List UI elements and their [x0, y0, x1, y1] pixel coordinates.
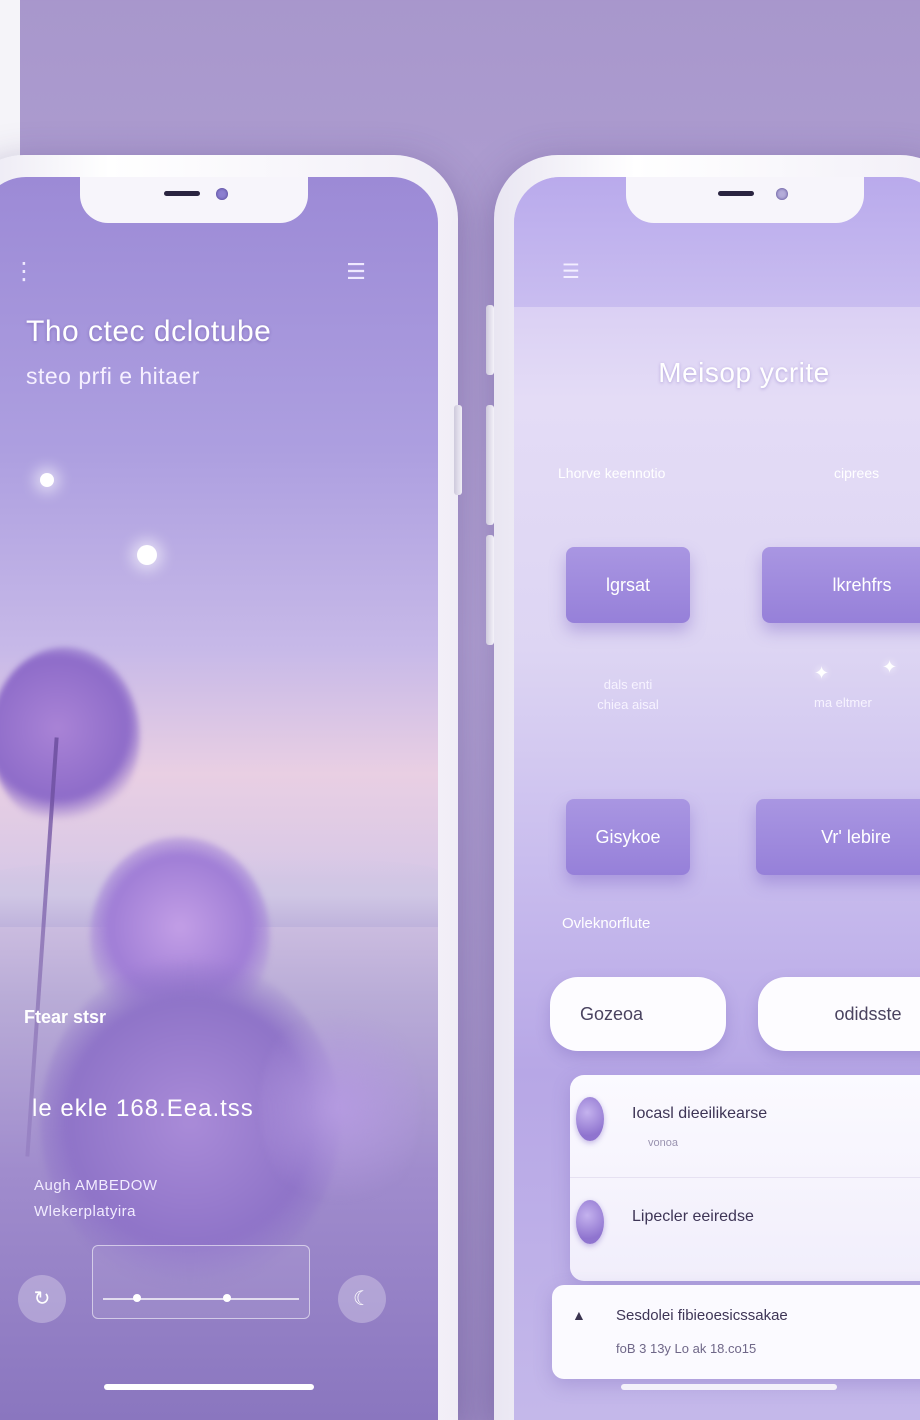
option-button[interactable]: Gisykoe — [566, 799, 690, 875]
progress-marker — [133, 1294, 141, 1302]
notch — [80, 177, 308, 223]
profile-icon[interactable]: ☰ — [344, 255, 368, 289]
moon-icon[interactable]: ☾ — [338, 1275, 386, 1323]
tree-foliage — [260, 997, 420, 1217]
list-item-title: Lipecler eeiredse — [632, 1208, 754, 1225]
summary-title: Sesdolei fibieoesicssakae — [616, 1307, 788, 1324]
chevron-up-icon[interactable]: ▲ — [572, 1307, 586, 1323]
list-item-subtitle: vonoa — [648, 1137, 678, 1149]
menu-icon[interactable]: ☰ — [562, 255, 584, 289]
pill-button[interactable]: odidsste — [758, 977, 920, 1051]
info-label: Lhorve keennotio — [558, 465, 666, 481]
option-button[interactable]: lgrsat — [566, 547, 690, 623]
notch — [626, 177, 864, 223]
list-card: Iocasl dieeilikearse vonoa Lipecler eeir… — [570, 1075, 920, 1281]
right-screen: ☰ Meisop ycrite Lhorve keennotio ciprees… — [514, 177, 920, 1420]
option-caption: dals enti chiea aisal — [566, 675, 690, 715]
summary-subtitle: foB 3 13y Lo ak 18.co15 — [616, 1341, 757, 1356]
option-caption: ma eltmer — [814, 695, 872, 710]
list-item[interactable]: Lipecler eeiredse — [570, 1177, 920, 1278]
orb-icon — [576, 1200, 604, 1244]
camera — [216, 188, 228, 200]
page-title: Meisop ycrite — [658, 357, 830, 388]
home-indicator — [621, 1384, 837, 1390]
orb-icon — [576, 1097, 604, 1141]
moon-orb — [40, 473, 54, 487]
caption-line: dals enti — [603, 677, 653, 692]
menu-icon[interactable]: ⋮ — [12, 257, 36, 287]
speaker — [718, 191, 754, 196]
left-phone: ⋮ ☰ Tho ctec dclotube steo prfi e hitaer… — [0, 155, 462, 1420]
home-indicator — [104, 1384, 314, 1390]
track-title: le ekle 168.Eea.tss — [32, 1095, 254, 1122]
track-artist: Augh AMBEDOW — [34, 1177, 158, 1194]
caption-line: chiea aisal — [597, 697, 659, 712]
left-screen: ⋮ ☰ Tho ctec dclotube steo prfi e hitaer… — [0, 177, 438, 1420]
player-progress-panel[interactable] — [92, 1245, 310, 1319]
sparkle-icon: ✦ — [814, 663, 830, 683]
info-value: ciprees — [834, 465, 880, 481]
option-button[interactable]: Vr' lebire — [756, 799, 920, 875]
sparkle-icon: ✦ — [882, 657, 898, 677]
volume-button — [486, 305, 494, 375]
hero-subtitle: steo prfi e hitaer — [26, 363, 200, 389]
pill-button[interactable]: Gozeoa — [550, 977, 726, 1051]
option-button[interactable]: lkrehfrs — [762, 547, 920, 623]
section-label: Ovleknorflute — [562, 915, 651, 932]
list-item-title: Iocasl dieeilikearse — [632, 1105, 768, 1122]
speaker — [164, 191, 200, 196]
track-album: Wlekerplatyira — [34, 1203, 137, 1220]
progress-marker — [223, 1294, 231, 1302]
feature-label: Ftear stsr — [24, 1007, 107, 1027]
camera — [776, 188, 788, 200]
summary-card[interactable]: ▲ Sesdolei fibieoesicssakae foB 3 13y Lo… — [552, 1285, 920, 1379]
list-item[interactable]: Iocasl dieeilikearse vonoa — [570, 1075, 920, 1175]
volume-button — [486, 405, 494, 525]
replay-icon[interactable]: ↻ — [18, 1275, 66, 1323]
moon-orb — [137, 545, 157, 565]
volume-button — [454, 405, 462, 495]
hero-title: Tho ctec dclotube — [26, 315, 272, 348]
power-button — [486, 535, 494, 645]
right-phone: ☰ Meisop ycrite Lhorve keennotio ciprees… — [486, 155, 920, 1420]
tree-foliage — [0, 647, 140, 827]
